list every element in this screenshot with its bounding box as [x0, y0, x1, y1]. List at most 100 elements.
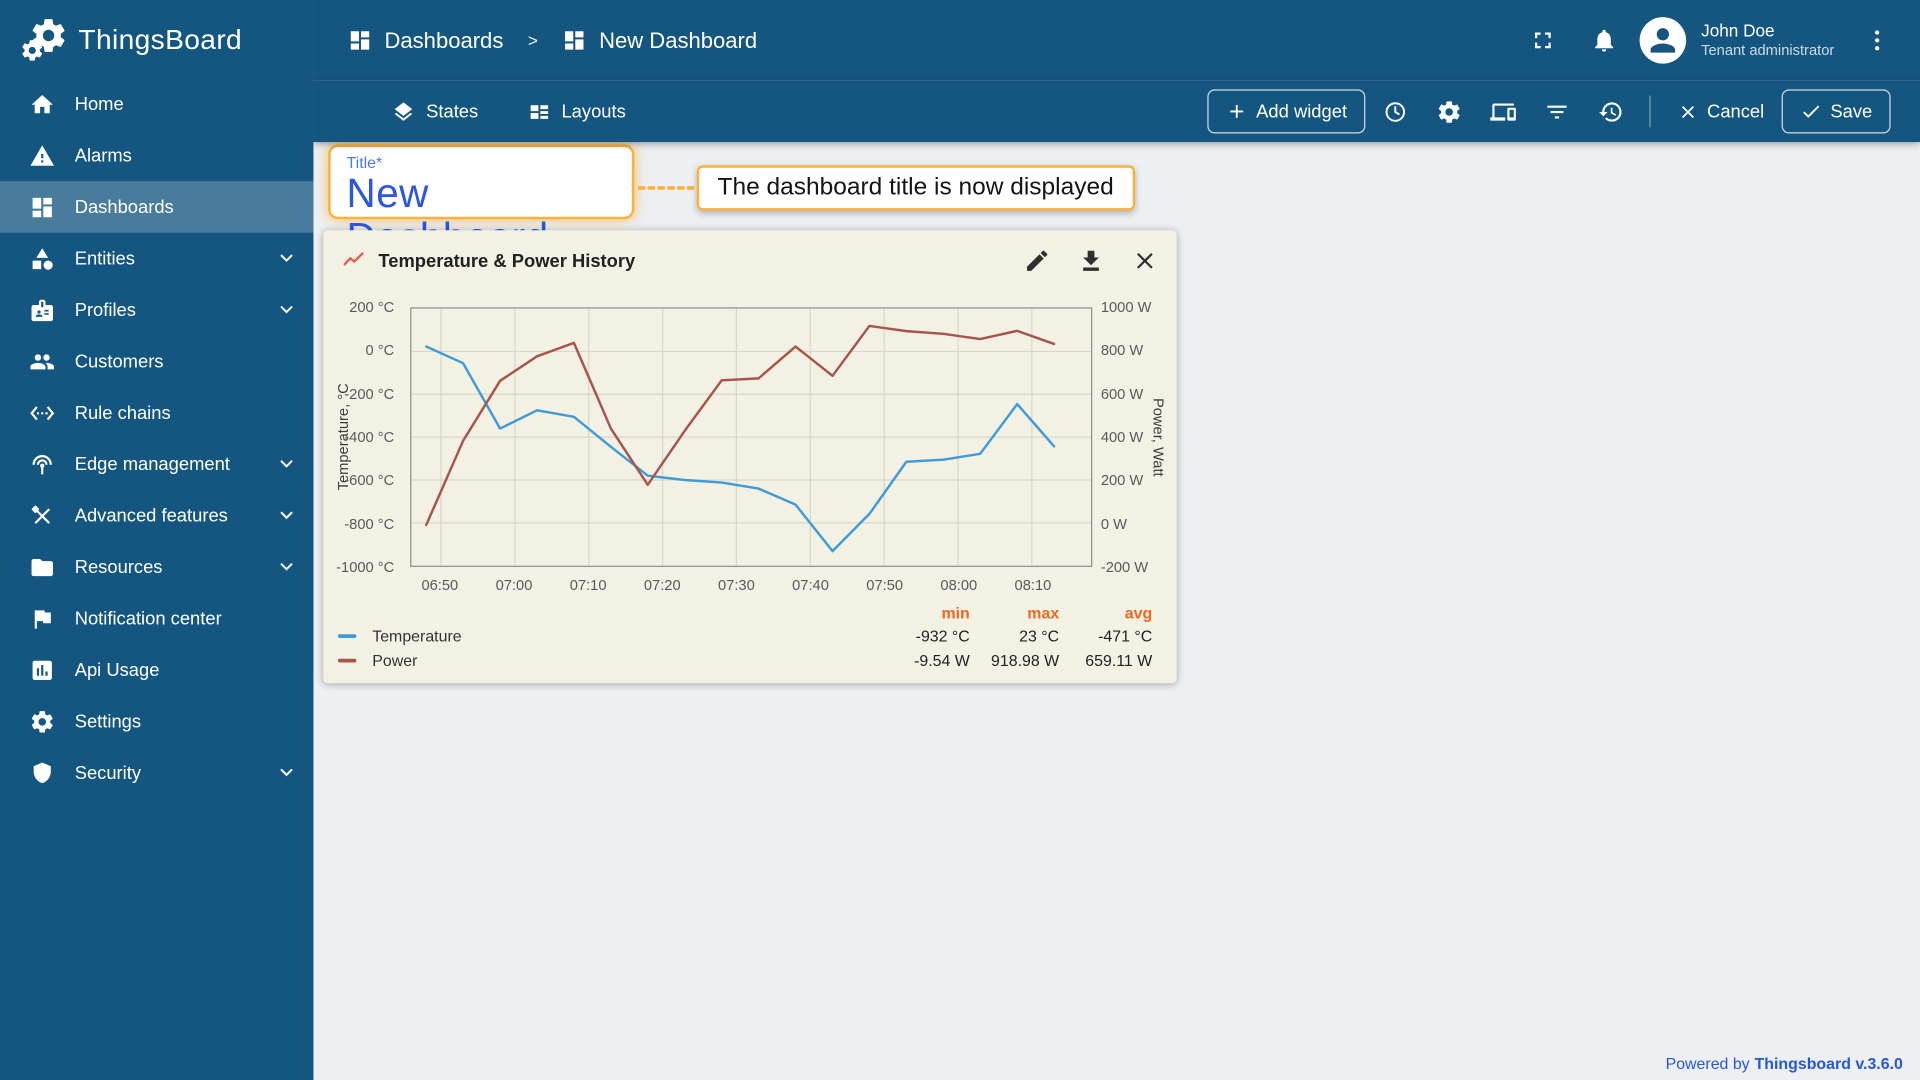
sidebar: ThingsBoard Home Alarms Dashboards Entit…: [0, 0, 314, 1080]
powered-by-text: Powered by: [1665, 1054, 1750, 1073]
avatar[interactable]: [1639, 17, 1687, 64]
add-widget-button[interactable]: Add widget: [1207, 89, 1366, 134]
version-history-button[interactable]: [1586, 89, 1635, 133]
axis-tick-label: 07:30: [718, 576, 755, 594]
display-settings-button[interactable]: [1478, 89, 1527, 133]
toolbar-actions: Add widget Cancel Save: [1207, 89, 1891, 134]
bell-icon: [1591, 27, 1618, 54]
sidebar-item-label: Alarms: [74, 145, 132, 166]
series-min-value: -9.54 W: [914, 650, 970, 670]
axis-tick-label: 07:40: [792, 576, 829, 594]
chevron-down-icon: [274, 452, 298, 476]
user-role: Tenant administrator: [1701, 41, 1835, 60]
dashboard-toolbar: States Layouts Add widget Cancel Save: [313, 80, 1920, 143]
x-axis-ticks: 06:50 07:00 07:10 07:20 07:30 07:40 07:50 08:00…: [410, 574, 1092, 594]
widget-title: Temperature & Power History: [378, 250, 636, 272]
widget-export-button[interactable]: [1078, 247, 1105, 274]
badge-icon: [29, 297, 55, 323]
axis-tick-label: -200 W: [1100, 558, 1149, 576]
chevron-down-icon: [274, 555, 298, 579]
cancel-button[interactable]: Cancel: [1665, 89, 1776, 133]
sidebar-item-label: Notification center: [74, 607, 222, 629]
dashboards-icon: [29, 194, 55, 220]
more-menu-button[interactable]: [1851, 15, 1902, 66]
main-area: Dashboards > New Dashboard John Doe Tena…: [313, 0, 1920, 1080]
thingsboard-logo-icon: [20, 15, 69, 64]
axis-tick-label: -1000 °C: [336, 558, 395, 576]
fullscreen-icon: [1530, 27, 1557, 54]
chevron-down-icon: [274, 503, 298, 527]
axis-tick-label: 400 W: [1100, 428, 1144, 446]
dashboards-icon: [562, 28, 586, 52]
axis-tick-label: 07:20: [643, 576, 681, 594]
sidebar-item-customers[interactable]: Customers: [0, 336, 313, 387]
dashboard-title-field[interactable]: Title* New Dashboard: [328, 144, 635, 259]
callout-text: The dashboard title is now displayed: [717, 173, 1114, 201]
sidebar-item-advanced-features[interactable]: Advanced features: [0, 490, 313, 541]
notifications-button[interactable]: [1579, 15, 1630, 66]
sidebar-item-label: Api Usage: [74, 659, 160, 681]
widget-remove-button[interactable]: [1131, 247, 1158, 274]
series-avg-value: -471 °C: [1098, 626, 1153, 645]
app-title: ThingsBoard: [78, 22, 243, 55]
sidebar-item-label: Rule chains: [74, 402, 171, 424]
series-name[interactable]: Temperature: [372, 626, 461, 644]
filter-button[interactable]: [1532, 89, 1581, 133]
series-min-value: -932 °C: [915, 626, 970, 645]
sidebar-item-home[interactable]: Home: [0, 78, 313, 129]
thingsboard-logo[interactable]: ThingsBoard: [0, 0, 313, 78]
sidebar-item-alarms[interactable]: Alarms: [0, 130, 313, 181]
sidebar-item-api-usage[interactable]: Api Usage: [0, 644, 313, 695]
sidebar-item-label: Customers: [74, 350, 164, 372]
dashboard-settings-button[interactable]: [1424, 89, 1473, 133]
sidebar-item-settings[interactable]: Settings: [0, 696, 313, 747]
chevron-down-icon: [274, 760, 298, 784]
sidebar-item-profiles[interactable]: Profiles: [0, 284, 313, 335]
right-axis-label: Power, Watt: [1149, 397, 1167, 477]
axis-tick-label: -200 °C: [344, 385, 395, 403]
tools-icon: [29, 503, 55, 529]
title-field-label: Title*: [346, 153, 383, 172]
sidebar-item-label: Dashboards: [74, 196, 174, 218]
save-button[interactable]: Save: [1781, 89, 1891, 134]
breadcrumb-item-new-dashboard[interactable]: New Dashboard: [599, 28, 757, 54]
series-max-value: 23 °C: [1019, 626, 1060, 645]
close-icon: [1678, 101, 1699, 122]
history-icon: [1597, 99, 1623, 125]
dashboard-canvas: Title* New Dashboard The dashboard title…: [313, 142, 1920, 1080]
widget-edit-button[interactable]: [1024, 247, 1051, 274]
legend-header-max: max: [1027, 603, 1060, 622]
version-text[interactable]: Thingsboard v.3.6.0: [1755, 1054, 1903, 1072]
sidebar-item-security[interactable]: Security: [0, 747, 313, 798]
app: ThingsBoard Home Alarms Dashboards Entit…: [0, 0, 1920, 1080]
chart-legend: min max avg Temperature -932 °C 23 °C -4…: [337, 601, 1153, 672]
sidebar-item-label: Profiles: [74, 299, 136, 321]
sidebar-item-dashboards[interactable]: Dashboards: [0, 181, 314, 233]
plus-icon: [1226, 100, 1248, 122]
axis-tick-label: 200 W: [1100, 471, 1144, 489]
chart-widget[interactable]: Temperature & Power History Temperature,…: [323, 230, 1177, 684]
sidebar-item-resources[interactable]: Resources: [0, 541, 313, 592]
states-button[interactable]: States: [392, 100, 478, 123]
sidebar-item-edge-management[interactable]: Edge management: [0, 438, 313, 489]
axis-tick-label: 0 W: [1100, 515, 1127, 533]
axis-tick-label: 08:00: [940, 576, 978, 594]
people-icon: [29, 348, 55, 374]
axis-tick-label: 800 W: [1100, 342, 1144, 360]
axis-tick-label: -800 °C: [344, 515, 395, 533]
layouts-button[interactable]: Layouts: [527, 100, 626, 123]
shield-icon: [29, 760, 55, 786]
sidebar-item-rule-chains[interactable]: Rule chains: [0, 387, 313, 438]
breadcrumb-item-dashboards[interactable]: Dashboards: [384, 28, 503, 54]
sidebar-item-entities[interactable]: Entities: [0, 233, 313, 284]
breadcrumb-separator: >: [527, 30, 538, 51]
fullscreen-button[interactable]: [1517, 15, 1568, 66]
axis-tick-label: 08:10: [1014, 576, 1052, 594]
series-name[interactable]: Power: [372, 651, 417, 669]
widget-header: Temperature & Power History: [323, 230, 1176, 291]
states-icon: [392, 100, 415, 123]
axis-tick-label: 200 °C: [349, 298, 395, 316]
chart-plot[interactable]: [410, 307, 1093, 567]
sidebar-item-notification-center[interactable]: Notification center: [0, 593, 313, 644]
time-window-button[interactable]: [1370, 89, 1419, 133]
